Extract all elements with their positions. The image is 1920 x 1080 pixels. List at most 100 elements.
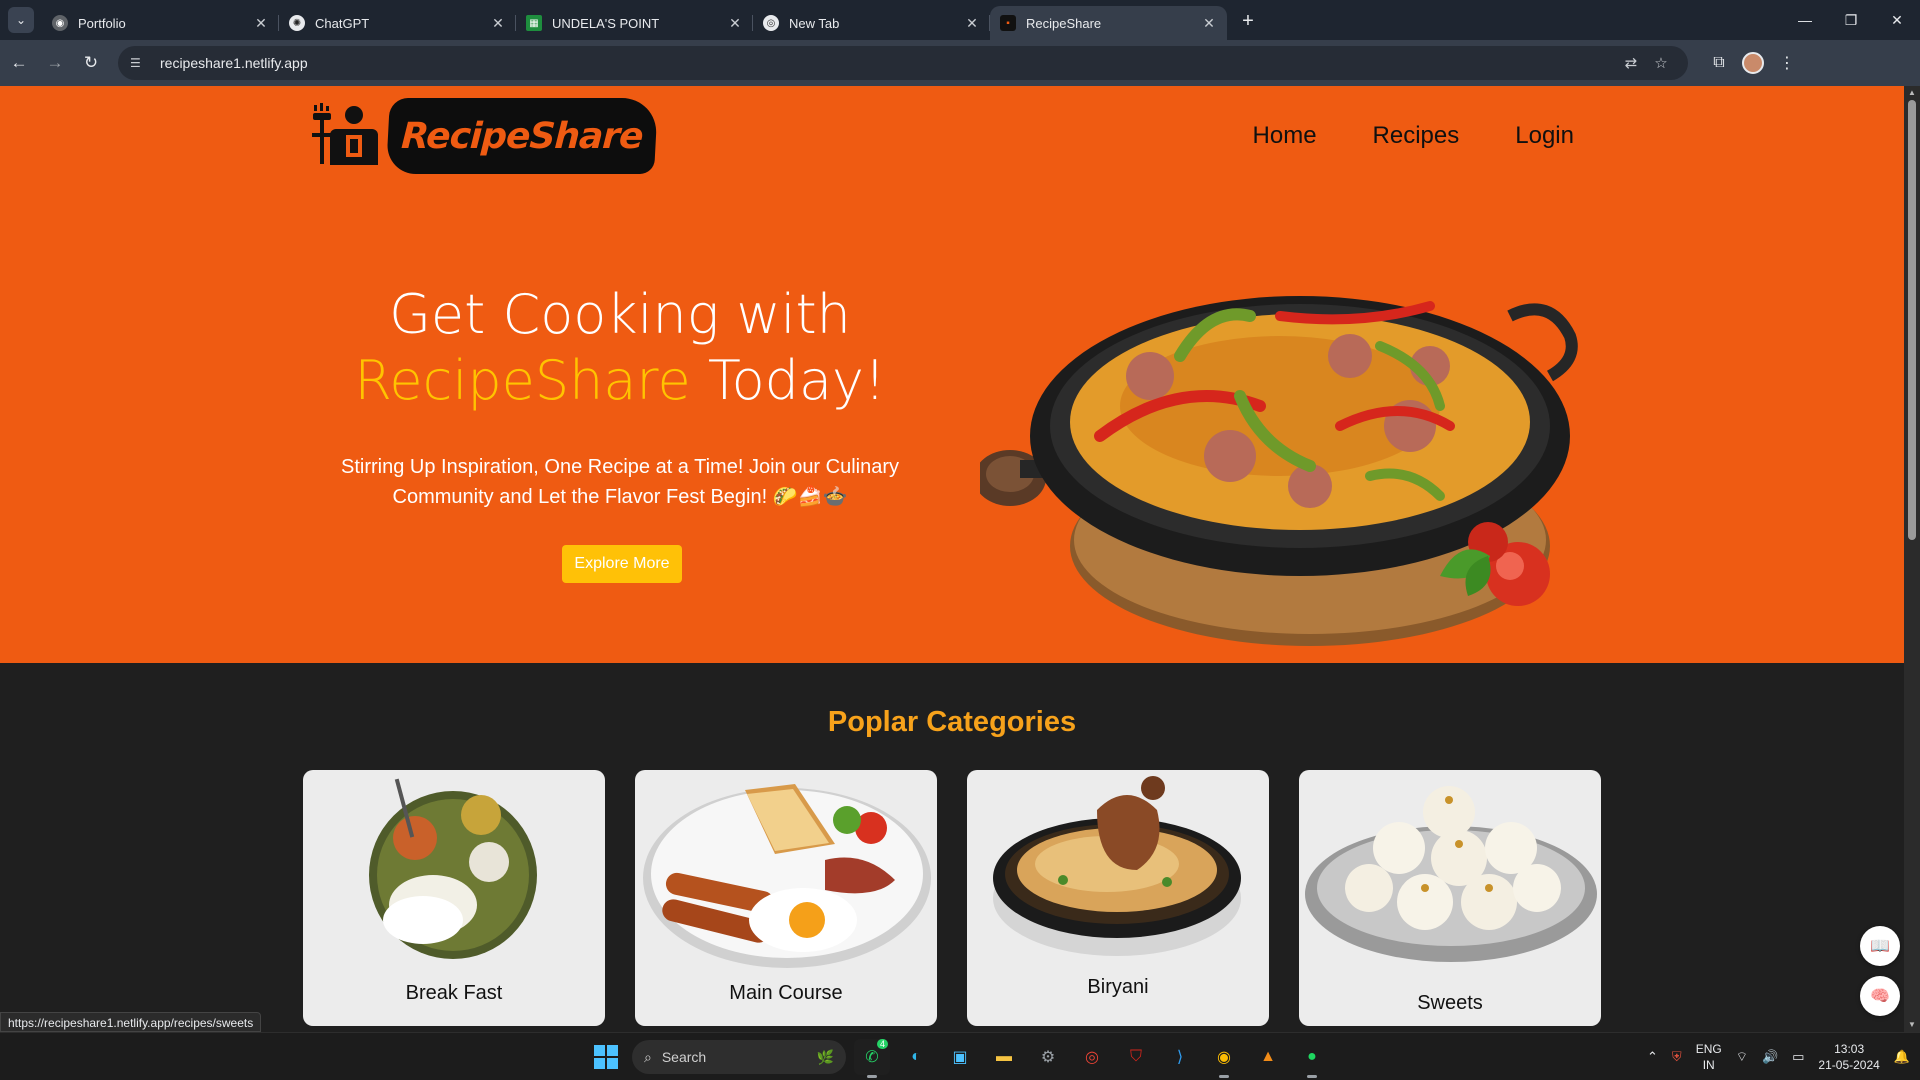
browser-toolbar: ← → ↻ ☰ recipeshare1.netlify.app ⇄ ☆ ⧉ ⋮ [0,40,1920,86]
chevron-down-icon: ⌄ [15,13,27,27]
translate-icon[interactable]: ⇄ [1616,54,1646,72]
clock-time: 13:03 [1834,1042,1865,1056]
tab-label: RecipeShare [1026,15,1102,31]
extensions-icon[interactable]: ⧉ [1702,46,1736,80]
sheets-favicon: ▦ [526,15,542,31]
main-nav: Home Recipes Login [1253,122,1574,150]
tab-chatgpt[interactable]: ✺ ChatGPT ✕ [279,6,516,40]
assistant-button[interactable]: 🧠 [1860,976,1900,1016]
battery-icon[interactable]: ▭ [1792,1049,1804,1065]
language-indicator[interactable]: ENG IN [1696,1041,1722,1073]
nav-recipes[interactable]: Recipes [1373,122,1460,150]
page-scrollbar[interactable]: ▲ ▼ [1904,86,1920,1032]
start-button[interactable] [588,1039,624,1075]
arrow-right-icon: → [46,53,64,72]
scroll-down-icon[interactable]: ▼ [1904,1018,1920,1032]
restore-icon[interactable]: ❐ [1828,0,1874,40]
browser-tabstrip: ⌄ ◉ Portfolio ✕ ✺ ChatGPT ✕ ▦ UNDELA'S P… [0,0,1920,40]
chrome-active-icon[interactable]: ◉ [1206,1039,1242,1078]
lang-line2: IN [1702,1058,1715,1072]
back-button[interactable]: ← [2,46,36,80]
new-tab-button[interactable]: + [1233,6,1263,36]
plus-icon: + [1242,9,1254,32]
address-bar[interactable]: ☰ recipeshare1.netlify.app ⇄ ☆ [118,46,1688,80]
spotify-icon[interactable]: ● [1294,1039,1330,1078]
tab-undelas-point[interactable]: ▦ UNDELA'S POINT ✕ [516,6,753,40]
category-card-biryani[interactable]: Biryani [967,770,1269,1026]
category-card-sweets[interactable]: Sweets [1299,770,1601,1026]
edge-icon[interactable]: ◐ [898,1039,934,1075]
menu-kebab-icon[interactable]: ⋮ [1770,46,1804,80]
chevron-up-icon[interactable]: ⌃ [1647,1049,1658,1065]
notification-bell-icon[interactable]: 🔔 [1894,1049,1910,1065]
forward-button[interactable]: → [38,46,72,80]
mcafee-icon[interactable]: ⛉ [1118,1039,1154,1075]
window-controls: — ❐ ✕ [1782,0,1920,40]
hero-title-end: Today! [690,349,886,412]
tab-recipeshare[interactable]: ▪ RecipeShare ✕ [990,6,1227,40]
minimize-icon[interactable]: — [1782,0,1828,40]
site-logo[interactable]: RecipeShare [310,98,658,174]
vscode-icon[interactable]: ⟩ [1162,1039,1198,1075]
tab-label: ChatGPT [315,15,370,31]
clock[interactable]: 13:03 21-05-2024 [1818,1041,1879,1073]
main-course-image [643,784,931,968]
category-card-breakfast[interactable]: Break Fast [303,770,605,1026]
page-viewport: RecipeShare Home Recipes Login Get Cooki… [0,86,1904,1032]
reload-icon: ↻ [83,53,99,72]
breakfast-image [369,778,537,959]
hero-section: RecipeShare Home Recipes Login Get Cooki… [0,86,1904,663]
category-label: Main Course [729,982,843,1004]
tab-label: Portfolio [78,15,126,31]
nav-login[interactable]: Login [1515,122,1574,150]
avatar [1742,52,1764,74]
wifi-icon[interactable]: ⌔ [1736,1049,1748,1065]
volume-icon[interactable]: 🔊 [1762,1049,1778,1065]
vlc-icon[interactable]: ▲ [1250,1039,1286,1075]
lang-line1: ENG [1695,1042,1722,1056]
close-window-icon[interactable]: ✕ [1874,0,1920,40]
category-label: Break Fast [405,982,503,1004]
reload-button[interactable]: ↻ [74,46,108,80]
search-icon: ⌕ [644,1048,652,1065]
store-icon[interactable]: ▣ [942,1039,978,1075]
portfolio-favicon: ◉ [52,15,68,31]
explore-more-button[interactable]: Explore More [562,545,682,583]
profile-button[interactable] [1736,46,1770,80]
sweets-image [1305,786,1597,962]
settings-gear-icon[interactable]: ⚙ [1030,1039,1066,1075]
system-tray: ⌃ ⛨ ENG IN ⌔ 🔊 ▭ 13:03 21-05-2024 🔔 [1647,1033,1910,1080]
paella-pan-image [980,296,1578,646]
reading-mode-button[interactable]: 📖 [1860,926,1900,966]
hero-title: Get Cooking with RecipeShare Today! [330,282,910,414]
taskbar-search[interactable]: ⌕ Search 🌿 [632,1040,846,1074]
category-card-main-course[interactable]: Main Course [635,770,937,1026]
scrollbar-thumb[interactable] [1908,100,1916,540]
bookmark-star-icon[interactable]: ☆ [1646,54,1676,72]
close-icon[interactable]: ✕ [1201,15,1217,31]
arrow-left-icon: ← [10,53,28,72]
category-cards: Break Fast Main Course Biryani Sweets [303,770,1601,1026]
site-info-icon[interactable]: ☰ [130,56,148,70]
security-icon[interactable]: ⛨ [1672,1049,1682,1065]
tab-portfolio[interactable]: ◉ Portfolio ✕ [42,6,279,40]
file-explorer-icon[interactable]: ▬ [986,1039,1022,1075]
close-icon[interactable]: ✕ [490,15,506,31]
tab-new-tab[interactable]: ◎ New Tab ✕ [753,6,990,40]
biryani-image [993,776,1241,956]
recipeshare-favicon: ▪ [1000,15,1016,31]
brain-icon: 🧠 [1870,988,1890,1005]
tab-search-button[interactable]: ⌄ [8,7,34,33]
windows-taskbar: ⌕ Search 🌿 ✆ 4 ◐ ▣ ▬ ⚙ ◎ ⛉ ⟩ ◉ ▲ ● ⌃ ⛨ EN… [0,1032,1920,1080]
nav-home[interactable]: Home [1253,122,1317,150]
close-icon[interactable]: ✕ [964,15,980,31]
scroll-up-icon[interactable]: ▲ [1904,86,1920,100]
chef-icon [312,103,378,165]
url-text[interactable]: recipeshare1.netlify.app [160,55,1616,71]
taskbar-apps: ⌕ Search 🌿 ✆ 4 ◐ ▣ ▬ ⚙ ◎ ⛉ ⟩ ◉ ▲ ● [588,1039,1330,1078]
chrome-icon[interactable]: ◎ [1074,1039,1110,1075]
close-icon[interactable]: ✕ [727,15,743,31]
whatsapp-icon[interactable]: ✆ 4 [854,1039,890,1078]
close-icon[interactable]: ✕ [253,15,269,31]
tab-label: New Tab [789,15,840,31]
